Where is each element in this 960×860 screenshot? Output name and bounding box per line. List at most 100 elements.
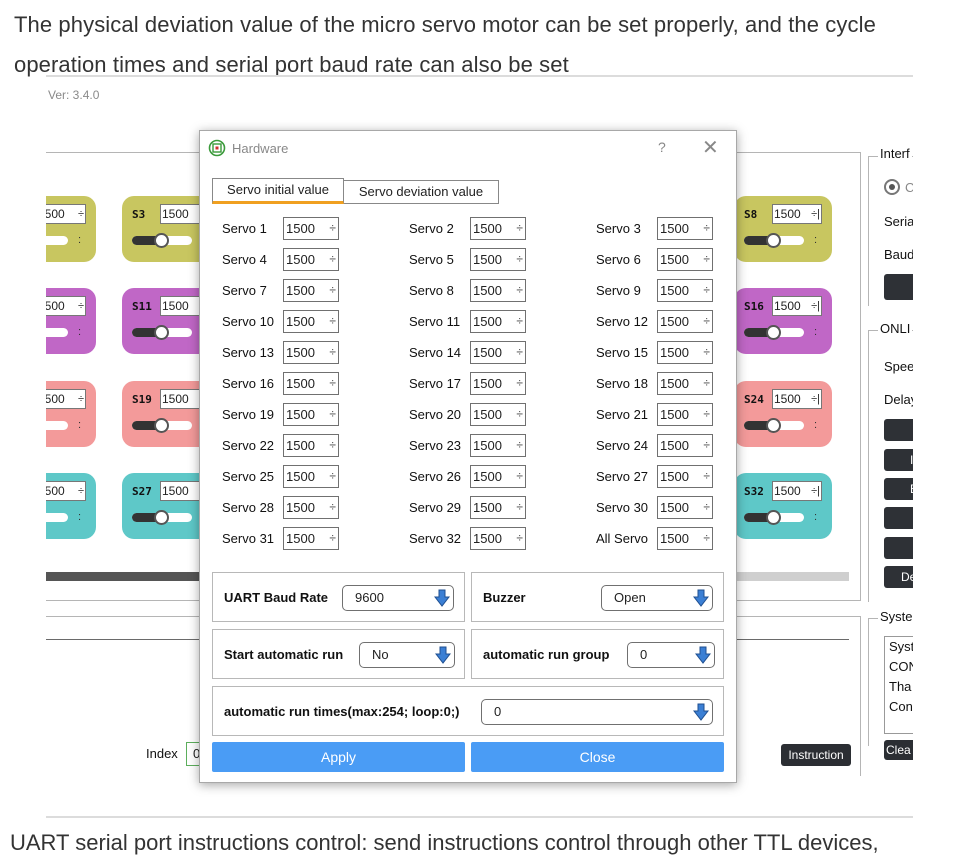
spinbox-arrows-icon[interactable]: ÷ — [329, 218, 336, 239]
spinbox-arrows-icon[interactable]: ÷ — [329, 497, 336, 518]
servo-value-spinbox[interactable]: 1500 ÷ — [470, 527, 526, 550]
servo-value-spinbox[interactable]: 1500 ÷ — [470, 341, 526, 364]
spinbox-arrows-icon[interactable]: ÷ — [703, 280, 710, 301]
online-button-3[interactable] — [884, 478, 913, 500]
connect-button[interactable] — [884, 274, 913, 300]
servo-value-spinbox[interactable]: 1500 ÷ — [657, 403, 713, 426]
close-button[interactable]: Close — [471, 742, 724, 772]
spinbox-arrows-icon[interactable]: ÷ — [516, 435, 523, 456]
online-button-1[interactable] — [884, 419, 913, 441]
spinbox-arrows-icon[interactable]: ÷ — [703, 435, 710, 456]
servo-card-spinbox[interactable]: 1500 ÷| — [772, 389, 822, 409]
close-icon[interactable]: ✕ — [702, 135, 719, 160]
tab-servo-deviation-value[interactable]: Servo deviation value — [343, 180, 499, 204]
baud-rate-select[interactable]: 9600 — [342, 585, 454, 611]
spinbox-arrows-icon[interactable]: ÷ — [329, 404, 336, 425]
scrollbar-thumb[interactable] — [46, 572, 206, 581]
autorun-times-select[interactable]: 0 — [481, 699, 713, 725]
servo-card-left-1[interactable]: 1500÷ : — [46, 196, 96, 262]
spinbox-arrows-icon[interactable]: ÷ — [703, 528, 710, 549]
servo-value-spinbox[interactable]: 1500 ÷ — [657, 248, 713, 271]
interface-radio[interactable] — [884, 179, 900, 195]
servo-value-spinbox[interactable]: 1500 ÷ — [470, 465, 526, 488]
spinbox-arrows-icon[interactable]: ÷ — [516, 311, 523, 332]
servo-value-spinbox[interactable]: 1500 ÷ — [283, 310, 339, 333]
servo-value-spinbox[interactable]: 1500 ÷ — [283, 248, 339, 271]
servo-value-spinbox[interactable]: 1500 ÷ — [283, 279, 339, 302]
servo-value-spinbox[interactable]: 1500 ÷ — [283, 403, 339, 426]
spinbox-arrows-icon[interactable]: ÷ — [329, 311, 336, 332]
servo-card-left-4[interactable]: 1500÷ : — [46, 473, 96, 539]
servo-card-spinbox[interactable]: 1500÷ — [46, 389, 86, 409]
spinbox-arrows-icon[interactable]: ÷ — [329, 342, 336, 363]
servo-card-left-2[interactable]: 1500÷ : — [46, 288, 96, 354]
servo-value-spinbox[interactable]: 1500 ÷ — [470, 403, 526, 426]
spinbox-arrows-icon[interactable]: ÷ — [329, 528, 336, 549]
servo-card-spinbox[interactable]: 1500÷ — [46, 481, 86, 501]
spinbox-arrows-icon[interactable]: ÷ — [516, 280, 523, 301]
servo-value-spinbox[interactable]: 1500 ÷ — [657, 372, 713, 395]
slider-knob[interactable] — [766, 233, 781, 248]
spinbox-arrows-icon[interactable]: ÷ — [703, 497, 710, 518]
spinbox-arrows-icon[interactable]: ÷ — [516, 466, 523, 487]
servo-value-spinbox[interactable]: 1500 ÷ — [470, 372, 526, 395]
servo-card-spinbox[interactable]: 1500÷ — [46, 296, 86, 316]
autorun-select[interactable]: No — [359, 642, 455, 668]
servo-value-spinbox[interactable]: 1500 ÷ — [657, 341, 713, 364]
spinbox-arrows-icon[interactable]: ÷ — [329, 466, 336, 487]
spinbox-arrows-icon[interactable]: ÷ — [516, 373, 523, 394]
spinbox-arrows-icon[interactable]: ÷ — [329, 373, 336, 394]
help-icon[interactable]: ? — [658, 139, 666, 155]
spinbox-arrows-icon[interactable]: ÷ — [703, 466, 710, 487]
slider-knob[interactable] — [154, 325, 169, 340]
servo-value-spinbox[interactable]: 1500 ÷ — [657, 527, 713, 550]
online-button-4[interactable] — [884, 507, 913, 529]
servo-value-spinbox[interactable]: 1500 ÷ — [470, 310, 526, 333]
servo-value-spinbox[interactable]: 1500 ÷ — [470, 496, 526, 519]
servo-value-spinbox[interactable]: 1500 ÷ — [283, 341, 339, 364]
servo-value-spinbox[interactable]: 1500 ÷ — [283, 434, 339, 457]
spinbox-arrows-icon[interactable]: ÷ — [516, 249, 523, 270]
slider-knob[interactable] — [154, 418, 169, 433]
servo-card-spinbox[interactable]: 1500 ÷| — [772, 481, 822, 501]
tab-servo-initial-value[interactable]: Servo initial value — [212, 178, 344, 204]
servo-card-slider[interactable] — [46, 328, 68, 337]
servo-card-s32[interactable]: S32 1500 ÷| : — [734, 473, 832, 539]
servo-value-spinbox[interactable]: 1500 ÷ — [470, 279, 526, 302]
servo-value-spinbox[interactable]: 1500 ÷ — [283, 372, 339, 395]
spinbox-arrows-icon[interactable]: ÷ — [516, 342, 523, 363]
servo-card-spinbox[interactable]: 1500 ÷| — [772, 204, 822, 224]
apply-button[interactable]: Apply — [212, 742, 465, 772]
servo-value-spinbox[interactable]: 1500 ÷ — [283, 527, 339, 550]
spinbox-arrows-icon[interactable]: ÷ — [329, 280, 336, 301]
slider-knob[interactable] — [154, 510, 169, 525]
servo-value-spinbox[interactable]: 1500 ÷ — [470, 248, 526, 271]
servo-value-spinbox[interactable]: 1500 ÷ — [657, 434, 713, 457]
servo-value-spinbox[interactable]: 1500 ÷ — [470, 217, 526, 240]
spinbox-arrows-icon[interactable]: ÷ — [516, 404, 523, 425]
servo-value-spinbox[interactable]: 1500 ÷ — [657, 496, 713, 519]
servo-card-s16[interactable]: S16 1500 ÷| : — [734, 288, 832, 354]
spinbox-arrows-icon[interactable]: ÷ — [703, 218, 710, 239]
system-log[interactable]: Syst CON Tha Con — [884, 636, 913, 734]
servo-value-spinbox[interactable]: 1500 ÷ — [657, 217, 713, 240]
spinbox-arrows-icon[interactable]: ÷ — [329, 249, 336, 270]
servo-value-spinbox[interactable]: 1500 ÷ — [283, 465, 339, 488]
servo-value-spinbox[interactable]: 1500 ÷ — [657, 279, 713, 302]
servo-card-slider[interactable] — [46, 513, 68, 522]
spinbox-arrows-icon[interactable]: ÷ — [516, 497, 523, 518]
spinbox-arrows-icon[interactable]: ÷ — [703, 404, 710, 425]
servo-card-spinbox[interactable]: 1500÷ — [46, 204, 86, 224]
servo-card-s8[interactable]: S8 1500 ÷| : — [734, 196, 832, 262]
slider-knob[interactable] — [766, 325, 781, 340]
servo-value-spinbox[interactable]: 1500 ÷ — [283, 496, 339, 519]
clear-button[interactable]: Clea — [884, 740, 913, 760]
spinbox-arrows-icon[interactable]: ÷ — [703, 311, 710, 332]
online-button-5[interactable] — [884, 537, 913, 559]
servo-card-s24[interactable]: S24 1500 ÷| : — [734, 381, 832, 447]
spinbox-arrows-icon[interactable]: ÷ — [516, 218, 523, 239]
servo-card-left-3[interactable]: 1500÷ : — [46, 381, 96, 447]
servo-value-spinbox[interactable]: 1500 ÷ — [470, 434, 526, 457]
buzzer-select[interactable]: Open — [601, 585, 713, 611]
instruction-button[interactable]: Instruction — [781, 744, 851, 766]
